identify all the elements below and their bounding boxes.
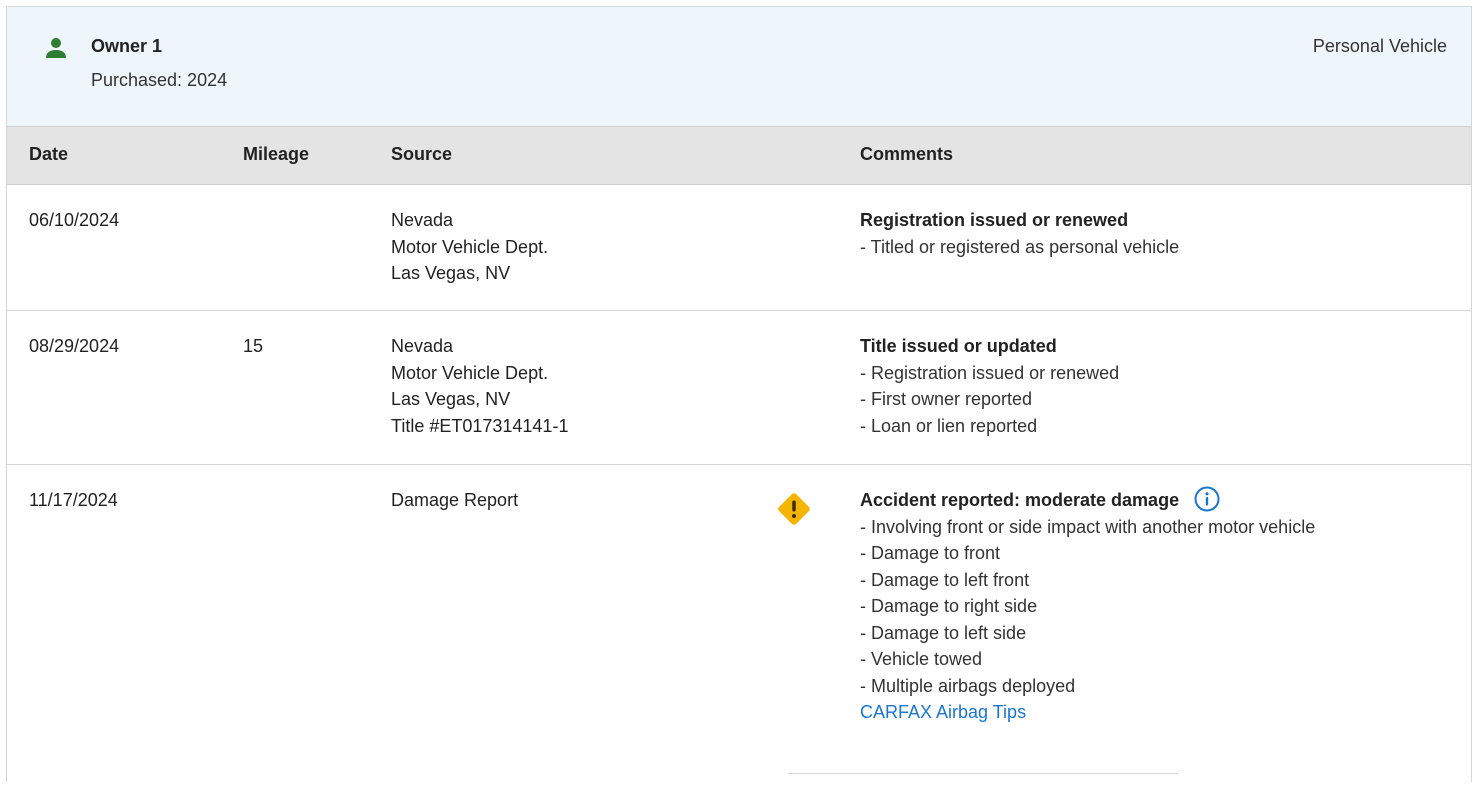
header-source: Source <box>391 144 453 164</box>
comment-line: - Titled or registered as personal vehic… <box>860 236 1180 257</box>
person-icon <box>46 38 66 58</box>
comment-line: - Vehicle towed <box>860 649 983 669</box>
divider <box>788 773 1178 776</box>
row-mileage: 15 <box>243 336 264 356</box>
header-date: Date <box>29 144 69 164</box>
table-header: Date Mileage Source Comments <box>7 127 1471 185</box>
row-comments: Accident reported: moderate damage - Inv… <box>860 486 1316 726</box>
comment-title: Accident reported: moderate damage <box>860 490 1180 510</box>
comment-line: - Damage to left front <box>860 569 1030 590</box>
row-source: Nevada Motor Vehicle Dept. Las Vegas, NV… <box>391 333 568 439</box>
source-line: Nevada <box>391 336 454 356</box>
row-date: 06/10/2024 <box>29 210 120 230</box>
airbag-tips-link[interactable]: CARFAX Airbag Tips <box>860 702 1026 722</box>
row-date: 08/29/2024 <box>29 336 120 356</box>
comment-line: - Damage to left side <box>860 622 1027 643</box>
owner-purchased: Purchased: 2024 <box>91 70 228 90</box>
comment-line: - Multiple airbags deployed <box>860 675 1076 696</box>
info-icon[interactable] <box>1194 486 1220 512</box>
comment-line: - Loan or lien reported <box>860 415 1038 436</box>
comment-title: Title issued or updated <box>860 336 1057 356</box>
comment-line: - Registration issued or renewed <box>860 362 1120 383</box>
table-row: 11/17/2024 Damage Report Accident report… <box>7 465 1471 785</box>
header-comments: Comments <box>860 144 954 164</box>
comment-line: - Damage to right side <box>860 596 1038 616</box>
source-line: Las Vegas, NV <box>391 389 511 409</box>
owner-history-card: Owner 1 Purchased: 2024 Personal Vehicle… <box>6 6 1472 782</box>
source-line: Motor Vehicle Dept. <box>391 236 549 257</box>
source-line: Las Vegas, NV <box>391 263 511 283</box>
row-source: Nevada Motor Vehicle Dept. Las Vegas, NV <box>391 207 548 287</box>
header-mileage: Mileage <box>243 144 310 164</box>
comment-title-wrap: Accident reported: moderate damage <box>860 486 1315 514</box>
source-line: Title #ET017314141-1 <box>391 415 569 436</box>
row-date: 11/17/2024 <box>29 490 118 510</box>
source-line: Motor Vehicle Dept. <box>391 362 549 383</box>
warning-icon <box>778 493 810 525</box>
comment-title: Registration issued or renewed <box>860 210 1129 230</box>
table-row: 06/10/2024 Nevada Motor Vehicle Dept. La… <box>7 185 1471 311</box>
source-line: Nevada <box>391 210 454 230</box>
source-line: Damage Report <box>391 490 519 510</box>
row-comments: Registration issued or renewed - Titled … <box>860 207 1179 260</box>
owner-title: Owner 1 <box>91 36 163 56</box>
table-row: 08/29/2024 15 Nevada Motor Vehicle Dept.… <box>7 311 1471 465</box>
comment-line: - Involving front or side impact with an… <box>860 516 1316 537</box>
comment-line: - First owner reported <box>860 389 1033 409</box>
row-comments: Title issued or updated - Registration i… <box>860 333 1119 439</box>
owner-header: Owner 1 Purchased: 2024 Personal Vehicle <box>7 7 1471 127</box>
row-source: Damage Report <box>391 487 518 514</box>
vehicle-type: Personal Vehicle <box>1312 36 1447 56</box>
comment-line: - Damage to front <box>860 543 1001 563</box>
